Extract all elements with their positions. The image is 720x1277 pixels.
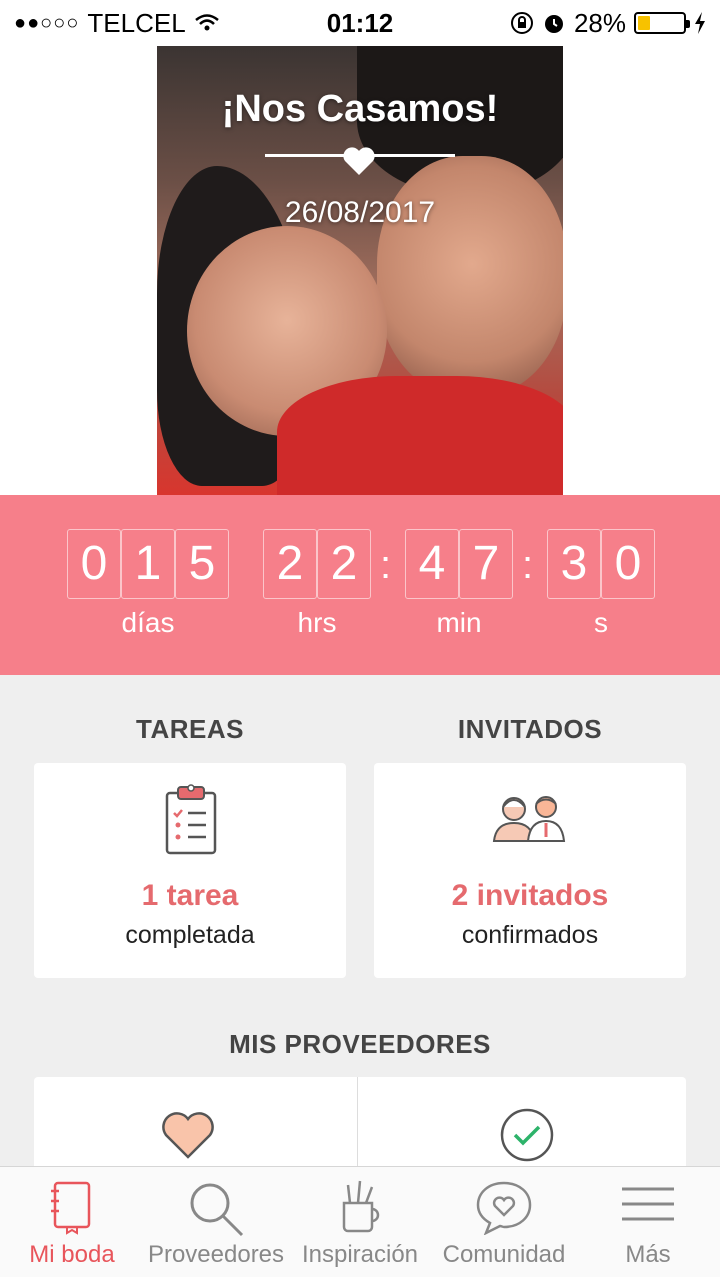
heart-outline-icon bbox=[162, 1112, 214, 1159]
carrier-name: TELCEL bbox=[87, 7, 186, 38]
hero-title: ¡Nos Casamos! bbox=[221, 88, 499, 130]
tareas-card[interactable]: 1 tarea completada bbox=[34, 763, 346, 978]
tab-comunidad[interactable]: Comunidad bbox=[432, 1167, 576, 1277]
search-icon bbox=[190, 1183, 244, 1237]
minutes-label: min bbox=[436, 607, 482, 638]
tab-inspiracion[interactable]: Inspiración bbox=[288, 1167, 432, 1277]
minutes-digit: 7 bbox=[459, 529, 513, 599]
tab-mas[interactable]: Más bbox=[576, 1167, 720, 1277]
wedding-date: 26/08/2017 bbox=[284, 196, 436, 229]
hero-section: ¡Nos Casamos! 26/08/2017 bbox=[0, 46, 720, 495]
countdown: 0 1 5 días 2 2 hrs : 4 7 min : 3 0 s bbox=[0, 495, 720, 675]
tareas-status: completada bbox=[125, 921, 255, 949]
time-separator: : bbox=[522, 543, 534, 587]
rotation-lock-icon bbox=[510, 12, 533, 34]
days-label: días bbox=[121, 607, 175, 638]
tareas-heading: TAREAS bbox=[136, 714, 244, 744]
invitados-count: 2 invitados bbox=[451, 879, 609, 912]
alarm-icon bbox=[544, 15, 563, 33]
days-digit: 5 bbox=[175, 529, 229, 599]
countdown-days: 0 1 5 bbox=[67, 529, 229, 599]
days-digit: 0 bbox=[67, 529, 121, 599]
pencil-cup-icon bbox=[342, 1180, 380, 1233]
tab-label: Mi boda bbox=[29, 1241, 115, 1268]
hours-digit: 2 bbox=[263, 529, 317, 599]
invitados-heading: INVITADOS bbox=[457, 714, 603, 744]
check-circle-icon bbox=[500, 1108, 554, 1162]
countdown-minutes: 4 7 bbox=[405, 529, 513, 599]
heart-icon bbox=[343, 147, 375, 175]
menu-icon bbox=[622, 1187, 674, 1221]
proveedores-heading: MIS PROVEEDORES bbox=[229, 1029, 491, 1059]
seconds-label: s bbox=[594, 607, 608, 638]
proveedores-left[interactable] bbox=[34, 1077, 358, 1177]
countdown-seconds: 3 0 bbox=[547, 529, 655, 599]
signal-strength: ●●○○○ bbox=[14, 11, 80, 34]
clipboard-icon bbox=[165, 784, 217, 855]
wifi-icon bbox=[194, 14, 219, 31]
hours-digit: 2 bbox=[317, 529, 371, 599]
invitados-status: confirmados bbox=[461, 921, 599, 949]
charging-icon bbox=[695, 12, 705, 34]
tab-label: Inspiración bbox=[301, 1241, 419, 1268]
chat-heart-icon bbox=[476, 1181, 532, 1235]
status-bar: ●●○○○ TELCEL 01:12 28% bbox=[0, 0, 720, 46]
invitados-card[interactable]: 2 invitados confirmados bbox=[374, 763, 686, 978]
tab-label: Más bbox=[625, 1241, 671, 1268]
proveedores-right[interactable] bbox=[359, 1077, 686, 1177]
tab-proveedores[interactable]: Proveedores bbox=[144, 1167, 288, 1277]
tab-bar: Mi boda Proveedores Inspiración Comunida… bbox=[0, 1166, 720, 1277]
minutes-digit: 4 bbox=[405, 529, 459, 599]
time-separator: : bbox=[380, 543, 392, 587]
seconds-digit: 0 bbox=[601, 529, 655, 599]
tab-mi-boda[interactable]: Mi boda bbox=[0, 1167, 144, 1277]
tareas-count: 1 tarea bbox=[141, 879, 239, 912]
guests-icon bbox=[492, 796, 566, 842]
battery-icon bbox=[634, 12, 690, 34]
battery-percent: 28% bbox=[573, 7, 626, 38]
notebook-icon bbox=[51, 1181, 91, 1235]
countdown-hours: 2 2 bbox=[263, 529, 371, 599]
tab-label: Proveedores bbox=[147, 1241, 285, 1268]
seconds-digit: 3 bbox=[547, 529, 601, 599]
days-digit: 1 bbox=[121, 529, 175, 599]
proveedores-card bbox=[34, 1077, 686, 1177]
tab-label: Comunidad bbox=[442, 1241, 566, 1268]
hours-label: hrs bbox=[297, 607, 337, 638]
